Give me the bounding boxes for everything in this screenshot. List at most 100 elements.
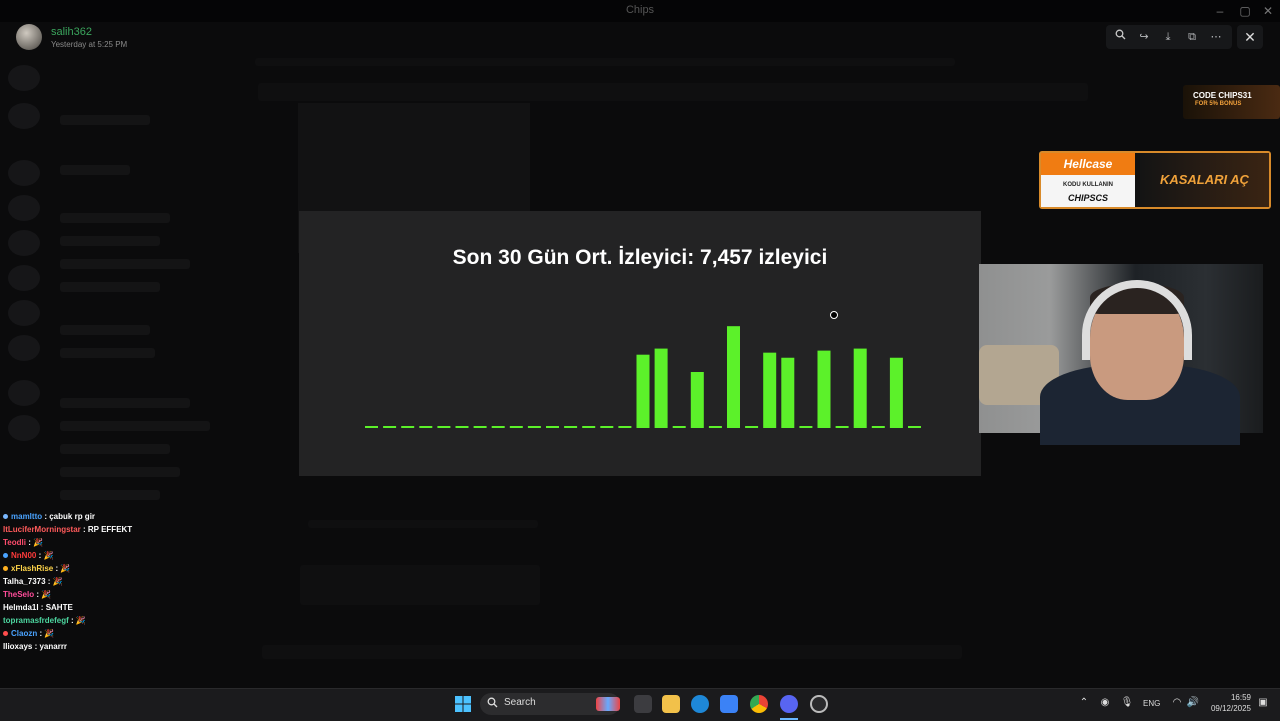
code-ad-text: CODE CHIPS31 (1193, 91, 1252, 100)
chart-bar (763, 352, 777, 428)
chart-bar-zero (491, 426, 505, 428)
chart-bar-zero (708, 426, 722, 428)
chat-emote-icon: 🎉 (33, 538, 44, 547)
windows-start-icon[interactable] (455, 696, 471, 712)
chat-text: RP EFFEKT (87, 525, 133, 534)
chart-bar-zero (835, 426, 849, 428)
hellcase-logo: Hellcase (1041, 153, 1135, 175)
chat-username[interactable]: Helmda1l (3, 603, 39, 612)
chat-username[interactable]: Claozn (11, 629, 37, 638)
author-name[interactable]: salih362 (51, 26, 92, 38)
chart-bar-zero (618, 426, 632, 428)
clock-date[interactable]: 09/12/2025 (1205, 704, 1251, 713)
chart-bar-zero (455, 426, 469, 428)
task-view-icon[interactable] (634, 695, 652, 713)
chart-bar-zero (871, 426, 885, 428)
tray-chevron-up-icon[interactable]: ⌃ (1077, 697, 1091, 708)
chat-message: Talha_7373 : 🎉 (3, 575, 203, 588)
chat-emote-icon: 🎉 (60, 564, 71, 573)
chat-username[interactable]: topramasfrdefegf (3, 616, 69, 625)
chart-bar (654, 348, 668, 428)
chat-message: Teodli : 🎉 (3, 536, 203, 549)
chart-bar-zero (401, 426, 415, 428)
chat-message: ItLuciferMorningstar : RP EFFEKT (3, 523, 203, 536)
chart-bar (781, 357, 795, 428)
chart-bar-zero (546, 426, 559, 428)
chat-emote-icon: 🎉 (75, 616, 86, 625)
chart-bar (690, 372, 704, 428)
chat-text: yanarrr (39, 642, 68, 651)
download-icon[interactable]: ⤓ (1156, 25, 1180, 49)
window-close-icon[interactable]: ✕ (1258, 2, 1278, 20)
clock-time[interactable]: 16:59 (1215, 693, 1251, 702)
hellcase-code: CHIPSCS (1067, 193, 1108, 203)
chat-username[interactable]: TheSelo (3, 590, 34, 599)
author-timestamp: Yesterday at 5:25 PM (51, 40, 128, 49)
chat-username[interactable]: Teodli (3, 538, 26, 547)
discord-icon[interactable] (780, 695, 798, 713)
hellcase-cta: KASALARI AÇ (1140, 153, 1269, 207)
chart-bar (889, 357, 903, 428)
more-icon[interactable]: ⋯ (1204, 25, 1228, 49)
chat-message: llioxays : yanarrr (3, 640, 203, 653)
stream-chat: mamltto : çabuk rp gir ItLuciferMorningst… (3, 510, 203, 653)
wifi-icon[interactable]: ◠ (1170, 697, 1184, 708)
chat-emote-icon: 🎉 (52, 577, 63, 586)
open-external-icon[interactable]: ⧉ (1180, 25, 1204, 49)
file-explorer-icon[interactable] (662, 695, 680, 713)
microphone-icon[interactable]: 🎙 (1120, 697, 1134, 708)
chart-bar-zero (799, 426, 813, 428)
chat-emote-icon: 🎉 (44, 629, 55, 638)
zoom-icon[interactable] (1108, 25, 1132, 49)
chart-bar-zero (745, 426, 759, 428)
chat-username[interactable]: Talha_7373 (3, 577, 46, 586)
chart-bar (817, 350, 831, 428)
chat-message: xFlashRise : 🎉 (3, 562, 203, 575)
app-icon[interactable] (810, 695, 828, 713)
tray-discord-icon[interactable]: ◉ (1098, 697, 1112, 708)
chat-username[interactable]: mamltto (11, 512, 42, 521)
maximize-icon[interactable]: ▢ (1235, 2, 1255, 20)
chat-separator: : (68, 616, 76, 625)
store-icon[interactable] (720, 695, 738, 713)
chart-bar-zero (419, 426, 433, 428)
chat-message: topramasfrdefegf : 🎉 (3, 614, 203, 627)
chat-username[interactable]: NnN00 (11, 551, 36, 560)
chart-bar-zero (564, 426, 578, 428)
mouse-cursor (830, 311, 838, 319)
edge-icon[interactable] (691, 695, 709, 713)
chat-username[interactable]: llioxays (3, 642, 32, 651)
chart-bar (727, 326, 740, 428)
chat-badge-icon (3, 566, 8, 572)
chat-separator: : (45, 577, 53, 586)
chat-message: NnN00 : 🎉 (3, 549, 203, 562)
chart-bar (853, 348, 867, 428)
minimize-icon[interactable]: – (1210, 2, 1230, 20)
chat-message: TheSelo : 🎉 (3, 588, 203, 601)
media-toolbar: ↪ ⤓ ⧉ ⋯ (1106, 25, 1232, 49)
language-indicator[interactable]: ENG (1143, 699, 1160, 708)
chat-text: çabuk rp gir (49, 512, 96, 521)
close-viewer-button[interactable]: ✕ (1237, 25, 1263, 49)
search-highlight-icon[interactable] (596, 697, 620, 711)
chat-text: SAHTE (45, 603, 73, 612)
forward-icon[interactable]: ↪ (1132, 25, 1156, 49)
chart-bar-zero (383, 426, 397, 428)
chat-message: Helmda1l : SAHTE (3, 601, 203, 614)
chart-bar-zero (473, 426, 487, 428)
chat-message: mamltto : çabuk rp gir (3, 510, 203, 523)
search-label: Search (504, 697, 536, 708)
chart-bar-zero (365, 426, 378, 428)
chart-bar-zero (582, 426, 596, 428)
chat-emote-icon: 🎉 (43, 551, 54, 560)
volume-icon[interactable]: 🔊 (1186, 697, 1200, 708)
chat-message: Claozn : 🎉 (3, 627, 203, 640)
chat-username[interactable]: xFlashRise (11, 564, 53, 573)
avatar[interactable] (16, 24, 42, 50)
chat-badge-icon (3, 631, 8, 637)
chrome-icon[interactable] (750, 695, 768, 713)
notification-icon[interactable]: ▣ (1256, 697, 1270, 708)
window-title: Chips (625, 4, 655, 16)
chat-badge-icon (3, 553, 8, 559)
chat-username[interactable]: ItLuciferMorningstar (3, 525, 81, 534)
